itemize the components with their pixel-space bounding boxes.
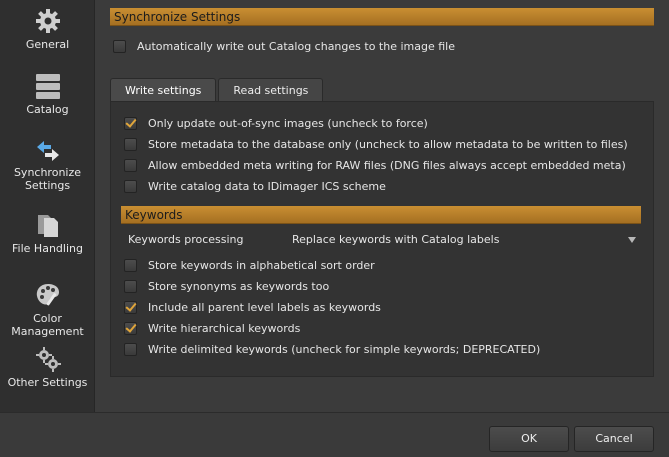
sidebar-item-other-settings[interactable]: Other Settings: [0, 346, 95, 389]
sidebar-item-label: Catalog: [26, 103, 69, 116]
alpha-sort-label: Store keywords in alphabetical sort orde…: [148, 258, 375, 272]
sidebar-item-catalog[interactable]: Catalog: [0, 73, 95, 116]
sidebar-item-general[interactable]: General: [0, 8, 95, 51]
sidebar-item-label: Other Settings: [7, 376, 88, 389]
sidebar-item-label: Color Management: [11, 312, 84, 338]
keyword-option-alpha-sort[interactable]: Store keywords in alphabetical sort orde…: [124, 256, 375, 274]
sync-arrows-icon: [36, 141, 59, 161]
keyword-option-synonyms[interactable]: Store synonyms as keywords too: [124, 277, 329, 295]
sidebar-item-label: General: [25, 38, 70, 51]
dialog-footer: OK Cancel: [0, 412, 669, 457]
sidebar-item-label: Synchronize Settings: [13, 166, 82, 192]
parent-labels-label: Include all parent level labels as keywo…: [148, 300, 381, 314]
ics-scheme-checkbox[interactable]: [124, 179, 137, 193]
sidebar-item-label: File Handling: [12, 242, 83, 255]
sidebar-item-file-handling[interactable]: File Handling: [0, 212, 95, 255]
gears-icon: [35, 347, 61, 372]
parent-labels-checkbox[interactable]: [124, 300, 137, 314]
settings-tabs: Write settings Read settings: [110, 78, 325, 102]
auto-write-option[interactable]: Automatically write out Catalog changes …: [113, 37, 455, 55]
database-icon: [35, 74, 60, 99]
ok-button[interactable]: OK: [489, 426, 569, 452]
auto-write-label: Automatically write out Catalog changes …: [137, 39, 455, 53]
cancel-button[interactable]: Cancel: [574, 426, 654, 452]
delimited-checkbox[interactable]: [124, 342, 137, 356]
hierarchical-label: Write hierarchical keywords: [148, 321, 301, 335]
raw-embedded-label: Allow embedded meta writing for RAW file…: [148, 158, 626, 172]
write-option-raw-embedded[interactable]: Allow embedded meta writing for RAW file…: [124, 156, 626, 174]
keyword-option-delimited[interactable]: Write delimited keywords (uncheck for si…: [124, 340, 540, 358]
raw-embedded-checkbox[interactable]: [124, 158, 137, 172]
keywords-processing-label: Keywords processing: [128, 233, 244, 246]
sidebar-item-color-management[interactable]: Color Management: [0, 282, 95, 338]
only-update-label: Only update out-of-sync images (uncheck …: [148, 116, 428, 130]
hierarchical-checkbox[interactable]: [124, 321, 137, 335]
synonyms-checkbox[interactable]: [124, 279, 137, 293]
synonyms-label: Store synonyms as keywords too: [148, 279, 330, 293]
write-option-only-update[interactable]: Only update out-of-sync images (uncheck …: [124, 114, 428, 132]
settings-sidebar: General Catalog Synchronize Settings Fil…: [0, 0, 95, 412]
sidebar-item-synchronize[interactable]: Synchronize Settings: [0, 140, 95, 192]
alpha-sort-checkbox[interactable]: [124, 258, 137, 272]
keywords-processing-value: Replace keywords with Catalog labels: [292, 233, 500, 246]
write-option-ics-scheme[interactable]: Write catalog data to IDimager ICS schem…: [124, 177, 386, 195]
auto-write-checkbox[interactable]: [113, 39, 126, 53]
tab-write-settings[interactable]: Write settings: [110, 78, 217, 102]
gear-icon: [35, 9, 60, 33]
only-update-checkbox[interactable]: [124, 116, 137, 130]
keywords-section-header: Keywords: [121, 206, 641, 224]
files-icon: [37, 215, 58, 237]
write-option-database-only[interactable]: Store metadata to the database only (unc…: [124, 135, 628, 153]
sync-section-header: Synchronize Settings: [110, 8, 654, 26]
write-settings-panel: Only update out-of-sync images (uncheck …: [110, 101, 654, 377]
ics-scheme-label: Write catalog data to IDimager ICS schem…: [148, 179, 386, 193]
database-only-label: Store metadata to the database only (unc…: [148, 137, 628, 151]
keywords-processing-select[interactable]: Replace keywords with Catalog labels: [286, 231, 642, 249]
chevron-down-icon: [628, 237, 636, 243]
tab-read-settings[interactable]: Read settings: [218, 78, 324, 102]
database-only-checkbox[interactable]: [124, 137, 137, 151]
settings-content: Synchronize Settings Automatically write…: [100, 0, 660, 412]
keyword-option-hierarchical[interactable]: Write hierarchical keywords: [124, 319, 300, 337]
delimited-label: Write delimited keywords (uncheck for si…: [148, 342, 541, 356]
keyword-option-parent-labels[interactable]: Include all parent level labels as keywo…: [124, 298, 381, 316]
palette-icon: [36, 284, 59, 306]
